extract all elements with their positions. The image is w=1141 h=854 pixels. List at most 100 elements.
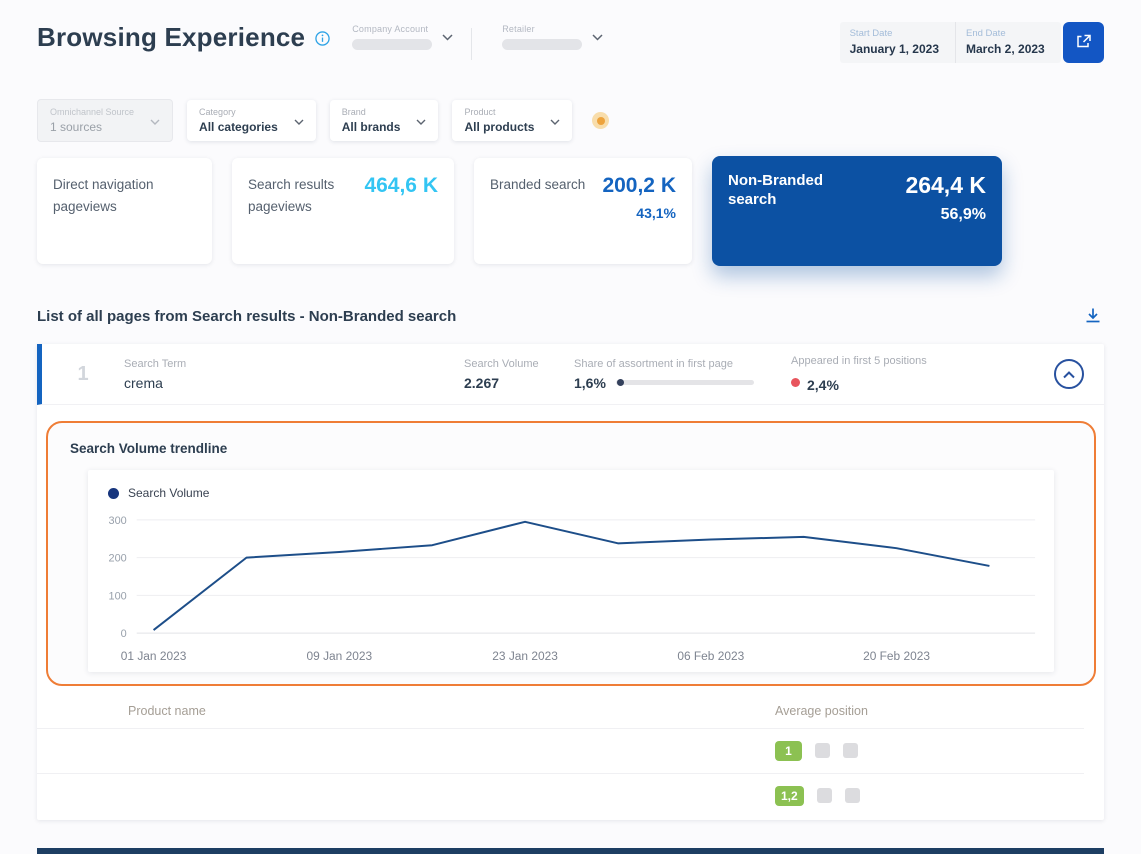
svg-text:06 Feb 2023: 06 Feb 2023 [677, 649, 744, 663]
search-term-label: Search Term [124, 358, 464, 370]
product-table-header: Product name Average position [37, 692, 1084, 728]
filter-label: Brand [342, 107, 401, 117]
column-product-name: Product name [128, 704, 775, 718]
metric-card-direct-navigation[interactable]: Direct navigation pageviews [37, 158, 212, 264]
section-title: List of all pages from Search results - … [37, 308, 456, 325]
metric-label: Non-Branded search [728, 172, 840, 250]
legend-label: Search Volume [128, 486, 209, 500]
metric-percent: 56,9% [905, 206, 986, 224]
svg-text:100: 100 [109, 590, 127, 602]
position-empty-slot [817, 788, 832, 803]
row-rank: 1 [42, 363, 124, 386]
metric-card-search-results[interactable]: Search results pageviews 464,6 K [232, 158, 454, 264]
top-bar: Browsing Experience Company Account Reta… [37, 22, 1104, 63]
filter-brand[interactable]: Brand All brands [330, 100, 439, 141]
trendline-title: Search Volume trendline [70, 441, 1072, 456]
retailer-redacted-value [502, 39, 582, 50]
filter-value: All brands [342, 120, 401, 134]
info-icon[interactable] [315, 31, 330, 51]
svg-text:300: 300 [109, 515, 127, 527]
company-account-select[interactable]: Company Account [352, 24, 453, 50]
appeared-label: Appeared in first 5 positions [791, 355, 1054, 367]
end-date-label: End Date [966, 28, 1045, 39]
filter-value: All products [464, 120, 534, 134]
date-box: Start Date January 1, 2023 End Date Marc… [840, 22, 1061, 63]
metric-label: Search results pageviews [248, 174, 353, 248]
external-link-icon [1075, 33, 1092, 53]
retailer-select[interactable]: Retailer [502, 24, 603, 50]
chevron-down-icon [150, 112, 160, 130]
metric-value: 200,2 K [602, 174, 676, 198]
filter-value: 1 sources [50, 120, 134, 134]
metric-label: Direct navigation pageviews [53, 174, 158, 248]
page-title: Browsing Experience [37, 22, 305, 53]
trendline-highlight-box: Search Volume trendline Search Volume 01… [46, 421, 1096, 686]
search-volume-value: 2.267 [464, 375, 574, 391]
svg-text:200: 200 [109, 553, 127, 565]
filter-omnichannel-source[interactable]: Omnichannel Source 1 sources [37, 99, 173, 142]
search-term-value: crema [124, 375, 464, 391]
filter-label: Product [464, 107, 534, 117]
filter-label: Omnichannel Source [50, 107, 134, 117]
trendline-chart-svg[interactable]: 010020030001 Jan 202309 Jan 202323 Jan 2… [92, 506, 1050, 670]
column-average-position: Average position [775, 704, 868, 718]
metric-card-non-branded-search[interactable]: Non-Branded search 264,4 K 56,9% [712, 156, 1002, 266]
download-icon [1084, 312, 1102, 327]
appeared-value: 2,4% [807, 377, 839, 393]
end-date-value: March 2, 2023 [966, 42, 1045, 56]
header-divider [471, 28, 472, 60]
share-label: Share of assortment in first page [574, 358, 791, 370]
product-row[interactable]: 1,2 [37, 773, 1084, 818]
chevron-down-icon [550, 112, 560, 130]
status-dot-icon [791, 378, 800, 387]
svg-text:0: 0 [121, 628, 127, 640]
chart-legend: Search Volume [92, 482, 1050, 506]
download-button[interactable] [1082, 304, 1104, 329]
svg-text:01 Jan 2023: 01 Jan 2023 [121, 649, 187, 663]
filter-product[interactable]: Product All products [452, 100, 572, 141]
retailer-label: Retailer [502, 24, 582, 34]
chevron-down-icon [442, 28, 453, 46]
start-date-label: Start Date [850, 28, 939, 39]
chevron-down-icon [294, 112, 304, 130]
tour-beacon-icon[interactable] [592, 112, 609, 129]
filters-row: Omnichannel Source 1 sources Category Al… [37, 99, 1104, 142]
share-progress-bar [616, 380, 754, 385]
position-empty-slot [843, 743, 858, 758]
position-badge: 1 [775, 741, 802, 761]
metric-percent: 43,1% [602, 205, 676, 221]
position-empty-slot [815, 743, 830, 758]
start-date-field[interactable]: Start Date January 1, 2023 [840, 22, 955, 63]
end-date-field[interactable]: End Date March 2, 2023 [955, 22, 1061, 63]
search-term-row-header[interactable]: 1 Search Term crema Search Volume 2.267 … [37, 344, 1104, 405]
filter-value: All categories [199, 120, 278, 134]
filter-category[interactable]: Category All categories [187, 100, 316, 141]
metric-value: 264,4 K [905, 172, 986, 199]
collapse-button[interactable] [1054, 359, 1084, 389]
company-account-label: Company Account [352, 24, 432, 34]
legend-dot-icon [108, 488, 119, 499]
date-range: Start Date January 1, 2023 End Date Marc… [840, 22, 1104, 63]
product-table: Product name Average position 1 1,2 [37, 686, 1104, 820]
export-button[interactable] [1063, 22, 1104, 63]
chevron-down-icon [416, 112, 426, 130]
svg-text:20 Feb 2023: 20 Feb 2023 [863, 649, 930, 663]
chevron-up-icon [1063, 367, 1075, 382]
position-badge: 1,2 [775, 786, 804, 806]
bottom-bar [37, 848, 1104, 854]
svg-text:23 Jan 2023: 23 Jan 2023 [492, 649, 558, 663]
share-value: 1,6% [574, 375, 606, 391]
metric-label: Branded search [490, 174, 585, 248]
metrics-row: Direct navigation pageviews Search resul… [37, 158, 1104, 266]
product-row[interactable]: 1 [37, 728, 1084, 773]
metric-value: 464,6 K [364, 174, 438, 198]
position-empty-slot [845, 788, 860, 803]
search-term-row-card: 1 Search Term crema Search Volume 2.267 … [37, 344, 1104, 820]
search-volume-label: Search Volume [464, 358, 574, 370]
start-date-value: January 1, 2023 [850, 42, 939, 56]
filter-label: Category [199, 107, 278, 117]
metric-card-branded-search[interactable]: Branded search 200,2 K 43,1% [474, 158, 692, 264]
chevron-down-icon [592, 28, 603, 46]
trendline-chart-card: Search Volume 010020030001 Jan 202309 Ja… [88, 470, 1054, 672]
company-account-redacted-value [352, 39, 432, 50]
